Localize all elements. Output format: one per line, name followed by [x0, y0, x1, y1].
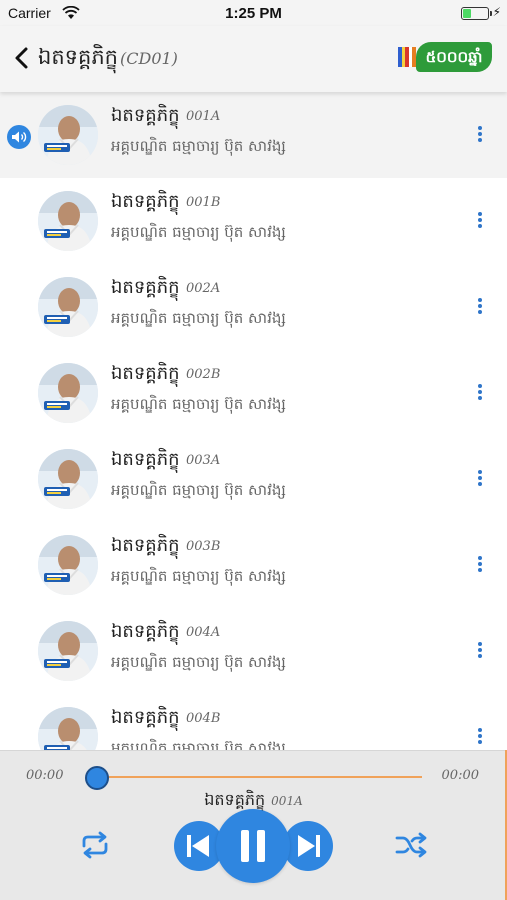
track-row[interactable]: ឯតទគ្គភិក្ខុ 004B អគ្គបណ្ឌិត ធម្មាចារ្យ … [0, 694, 507, 750]
avatar [38, 277, 98, 337]
more-vertical-icon[interactable] [474, 728, 486, 746]
track-title: ឯតទគ្គភិក្ខុ [111, 707, 180, 728]
track-title: ឯតទគ្គភិក្ខុ [111, 535, 180, 556]
track-row[interactable]: ឯតទគ្គភិក្ខុ 002B អគ្គបណ្ឌិត ធម្មាចារ្យ … [0, 350, 507, 436]
track-artist: អគ្គបណ្ឌិត ធម្មាចារ្យ ប៊ុត សាវង្ស [111, 567, 286, 585]
more-vertical-icon[interactable] [474, 212, 486, 230]
more-vertical-icon[interactable] [474, 298, 486, 316]
track-row[interactable]: ឯតទគ្គភិក្ខុ 001A អគ្គបណ្ឌិត ធម្មាចារ្យ … [0, 92, 507, 178]
track-artist: អគ្គបណ្ឌិត ធម្មាចារ្យ ប៊ុត សាវង្ស [111, 395, 286, 413]
nav-bar: ឯតទគ្គភិក្ខុ (CD01) ៥០០០ឆ្នាំ [0, 26, 507, 92]
track-list: ឯតទគ្គភិក្ខុ 001A អគ្គបណ្ឌិត ធម្មាចារ្យ … [0, 92, 507, 750]
pause-icon [241, 830, 265, 862]
skip-next-icon [298, 835, 320, 857]
track-code: 004A [186, 625, 221, 640]
avatar [38, 535, 98, 595]
avatar [38, 707, 98, 750]
track-code: 001B [186, 195, 221, 210]
battery-icon [461, 7, 492, 20]
track-row[interactable]: ឯតទគ្គភិក្ខុ 001B អគ្គបណ្ឌិត ធម្មាចារ្យ … [0, 178, 507, 264]
avatar [38, 449, 98, 509]
track-artist: អគ្គបណ្ឌិត ធម្មាចារ្យ ប៊ុត សាវង្ស [111, 309, 286, 327]
shuffle-icon[interactable] [394, 831, 428, 859]
pause-button[interactable] [216, 809, 290, 883]
track-row[interactable]: ឯតទគ្គភិក្ខុ 004A អគ្គបណ្ឌិត ធម្មាចារ្យ … [0, 608, 507, 694]
avatar [38, 191, 98, 251]
track-code: 001A [186, 109, 221, 124]
speaker-icon [7, 125, 31, 149]
now-playing-code: 001A [271, 794, 303, 808]
progress-slider-knob[interactable] [85, 766, 109, 790]
now-playing-title: ឯតទគ្គភិក្ខុ [204, 790, 266, 809]
total-time: 00:00 [441, 768, 479, 783]
track-code: 003B [186, 539, 221, 554]
flag-icon [398, 47, 416, 67]
track-code: 002B [186, 367, 221, 382]
battery-level [463, 9, 471, 18]
avatar [38, 621, 98, 681]
status-bar: Carrier 1:25 PM ⚡ [0, 0, 507, 26]
track-code: 002A [186, 281, 221, 296]
app-logo: ៥០០០ឆ្នាំ [398, 42, 494, 72]
status-time: 1:25 PM [225, 5, 282, 22]
track-title: ឯតទគ្គភិក្ខុ [111, 449, 180, 470]
more-vertical-icon[interactable] [474, 556, 486, 574]
track-row[interactable]: ឯតទគ្គភិក្ខុ 003A អគ្គបណ្ឌិត ធម្មាចារ្យ … [0, 436, 507, 522]
track-title: ឯតទគ្គភិក្ខុ [111, 277, 180, 298]
avatar [38, 363, 98, 423]
avatar [38, 105, 98, 165]
track-artist: អគ្គបណ្ឌិត ធម្មាចារ្យ ប៊ុត សាវង្ស [111, 481, 286, 499]
track-code: 003A [186, 453, 221, 468]
more-vertical-icon[interactable] [474, 470, 486, 488]
more-vertical-icon[interactable] [474, 642, 486, 660]
logo-badge: ៥០០០ឆ្នាំ [416, 42, 492, 72]
more-vertical-icon[interactable] [474, 384, 486, 402]
track-row[interactable]: ឯតទគ្គភិក្ខុ 003B អគ្គបណ្ឌិត ធម្មាចារ្យ … [0, 522, 507, 608]
track-title: ឯតទគ្គភិក្ខុ [111, 105, 180, 126]
chevron-left-icon[interactable] [12, 46, 32, 70]
track-title: ឯតទគ្គភិក្ខុ [111, 363, 180, 384]
track-title: ឯតទគ្គភិក្ខុ [111, 191, 180, 212]
next-button[interactable] [283, 821, 333, 871]
elapsed-time: 00:00 [26, 768, 64, 783]
page-subtitle: (CD01) [120, 49, 178, 68]
track-title: ឯតទគ្គភិក្ខុ [111, 621, 180, 642]
track-artist: អគ្គបណ្ឌិត ធម្មាចារ្យ ប៊ុត សាវង្ស [111, 653, 286, 671]
repeat-icon[interactable] [78, 831, 112, 859]
track-artist: អគ្គបណ្ឌិត ធម្មាចារ្យ ប៊ុត សាវង្ស [111, 223, 286, 241]
page-title: ឯតទគ្គភិក្ខុ [38, 45, 118, 69]
track-artist: អគ្គបណ្ឌិត ធម្មាចារ្យ ប៊ុត សាវង្ស [111, 137, 286, 155]
track-code: 004B [186, 711, 221, 726]
charging-icon: ⚡ [492, 5, 501, 19]
track-row[interactable]: ឯតទគ្គភិក្ខុ 002A អគ្គបណ្ឌិត ធម្មាចារ្យ … [0, 264, 507, 350]
more-vertical-icon[interactable] [474, 126, 486, 144]
player-bar: 00:00 00:00 ឯតទគ្គភិក្ខុ 001A [0, 750, 507, 900]
track-artist: អគ្គបណ្ឌិត ធម្មាចារ្យ ប៊ុត សាវង្ស [111, 739, 286, 750]
progress-track[interactable] [96, 776, 422, 778]
